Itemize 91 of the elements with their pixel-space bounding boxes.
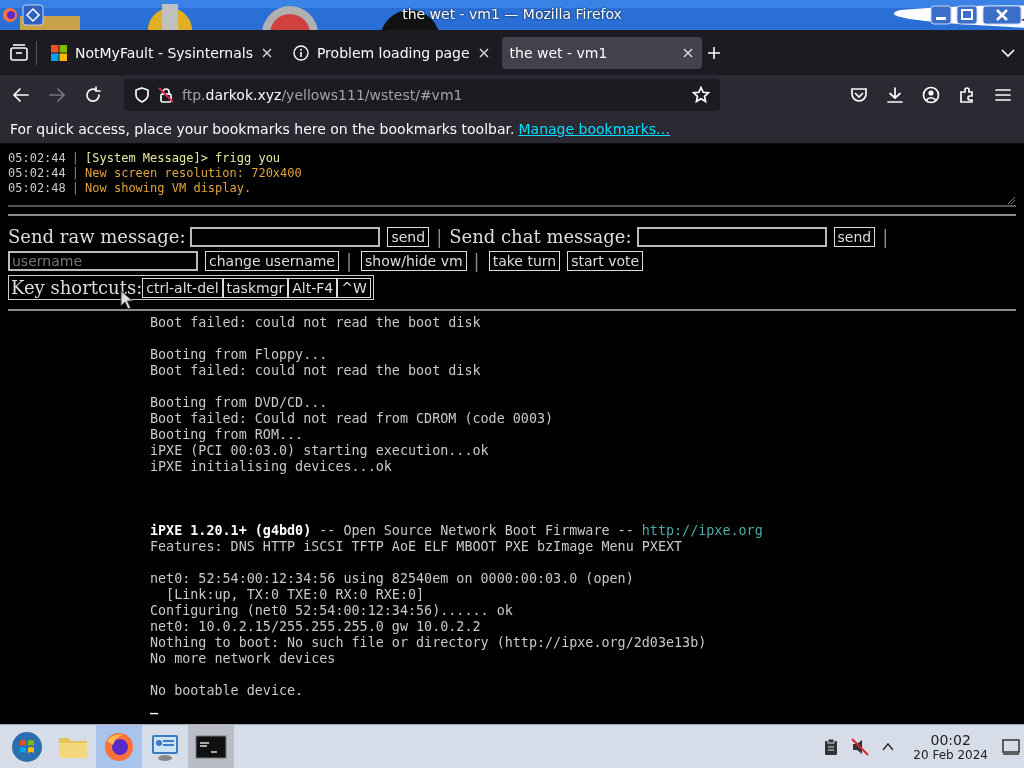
insecure-lock-icon [158,87,174,103]
pocket-icon[interactable] [850,86,868,104]
console-line: -- Open Source Network Boot Firmware -- [318,523,635,538]
log-separator: | [71,151,80,166]
log-separator: | [71,166,80,181]
action-button[interactable]: send [833,226,876,247]
diamond-icon[interactable] [22,4,44,26]
timestamp: 05:02:48 [8,181,66,196]
console-line: Features: DNS HTTP iSCSI TFTP AoE ELF MBOOT PXE bzImage Menu PXEXT [150,539,684,555]
separator: | [345,250,353,271]
log-separator: | [71,181,80,196]
bookmarks-message: For quick access, place your bookmarks here on the bookmarks toolbar. [10,121,515,137]
manage-bookmarks-link[interactable]: Manage bookmarks… [518,121,671,137]
tab[interactable]: Problem loading page [284,36,498,69]
windows-logo-icon [51,44,67,61]
tab[interactable]: NotMyFault - Sysinternals [43,36,281,69]
tab-list-icon[interactable] [8,41,30,64]
console-line: Booting from Floppy... [150,347,329,363]
shortcut-button[interactable]: Alt-F4 [288,277,338,298]
console-line: No bootable device. [150,683,305,699]
tab-label: the wet - vm1 [509,44,609,61]
new-tab-icon[interactable] [705,44,722,61]
log-message: [System Message]> frigg you [85,151,281,166]
timestamp: 05:02:44 [8,166,66,181]
log-message: Now showing VM display. [85,181,252,196]
tab-label: NotMyFault - Sysinternals [75,44,253,61]
back-icon[interactable] [12,86,30,104]
menu-icon[interactable] [994,86,1012,104]
console-line: Boot failed: could not read the boot disk [150,363,482,379]
shortcut-button[interactable]: ctrl-alt-del [142,277,223,298]
address-text[interactable]: ftp.darkok.xyz/yellows111/wstest/#vm1 [182,87,684,103]
account-icon[interactable] [922,86,940,104]
maximize-icon[interactable] [956,5,978,25]
log-message: New screen resolution: 720x400 [85,166,302,181]
clock-date: 20 Feb 2024 [913,747,988,762]
address-bar[interactable]: ftp.darkok.xyz/yellows111/wstest/#vm1 [124,79,720,111]
text-cursor: _ [150,699,159,714]
console-line: iPXE (PCI 00:03.0) starting execution...ok [150,443,490,459]
timestamp: 05:02:44 [8,151,66,166]
clock[interactable]: 00:02 20 Feb 2024 [913,731,988,762]
text-field[interactable]: username [8,250,198,271]
download-icon[interactable] [886,86,904,104]
console-line: Boot failed: Could not read from CDROM (code 0003) [150,411,555,427]
clipboard-icon[interactable] [823,737,840,756]
action-button[interactable]: send [387,226,430,247]
separator: | [473,250,480,271]
console-line: [Link:up, TX:0 TXE:0 RX:0 RXE:0] [165,587,426,603]
firefox-icon[interactable] [2,7,18,23]
action-button[interactable]: take turn [488,250,561,271]
key-shortcuts-label: Key shortcuts: [11,277,143,298]
action-button[interactable]: show/hide vm [361,250,467,271]
clock-time: 00:02 [930,731,971,748]
close-icon[interactable] [681,46,694,59]
info-icon [292,44,309,61]
close-icon[interactable] [260,46,273,59]
console-line: No more network devices [150,651,337,667]
shortcut-button[interactable]: taskmgr [222,277,289,298]
star-icon[interactable] [692,86,710,104]
tab-label: Problem loading page [316,44,470,61]
action-button[interactable]: start vote [567,250,644,271]
action-button[interactable]: change username [205,250,339,271]
console-line: net0: 10.0.2.15/255.255.255.0 gw 10.0.2.2 [150,619,482,635]
close-icon[interactable] [477,46,490,59]
console-line: Booting from DVD/CD... [150,395,329,411]
field-label: Send chat message: [449,226,632,247]
muted-speaker-icon[interactable] [851,737,870,756]
console-line: iPXE 1.20.1+ (g4bd0) [150,523,312,538]
field-label: Send raw message: [8,226,186,247]
shortcut-button[interactable]: ^W [337,277,371,298]
extensions-icon[interactable] [958,86,976,104]
console-line: iPXE initialising devices...ok [150,459,393,475]
shield-icon [134,87,150,103]
reload-icon[interactable] [84,86,102,104]
firefox-icon [103,730,135,763]
minimize-icon[interactable] [930,5,952,25]
start-orb-icon [11,730,43,763]
text-field[interactable] [636,226,827,247]
text-field[interactable] [190,226,381,247]
console-line: Configuring (net0 52:54:00:12:34:56)...... ok [150,603,514,619]
console-line: Booting from ROM... [150,427,305,443]
show-desktop-icon[interactable] [1002,737,1020,756]
window-title: the wet - vm1 — Mozilla Firefox [402,6,622,22]
console-line: net0: 52:54:00:12:34:56 using 82540em on 0000:00:03.0 (open) [150,571,635,587]
separator: | [882,226,889,247]
tab[interactable]: the wet - vm1 [501,36,702,69]
resize-grip-icon[interactable] [1006,195,1016,205]
separator: | [436,226,443,247]
taskbar-button[interactable] [188,724,234,768]
console-line: Boot failed: could not read the boot disk [150,315,482,331]
console-line: Nothing to boot: No such file or directory (http://ipxe.org/2d03e13b) [150,635,708,651]
taskbar-button[interactable] [96,724,142,768]
